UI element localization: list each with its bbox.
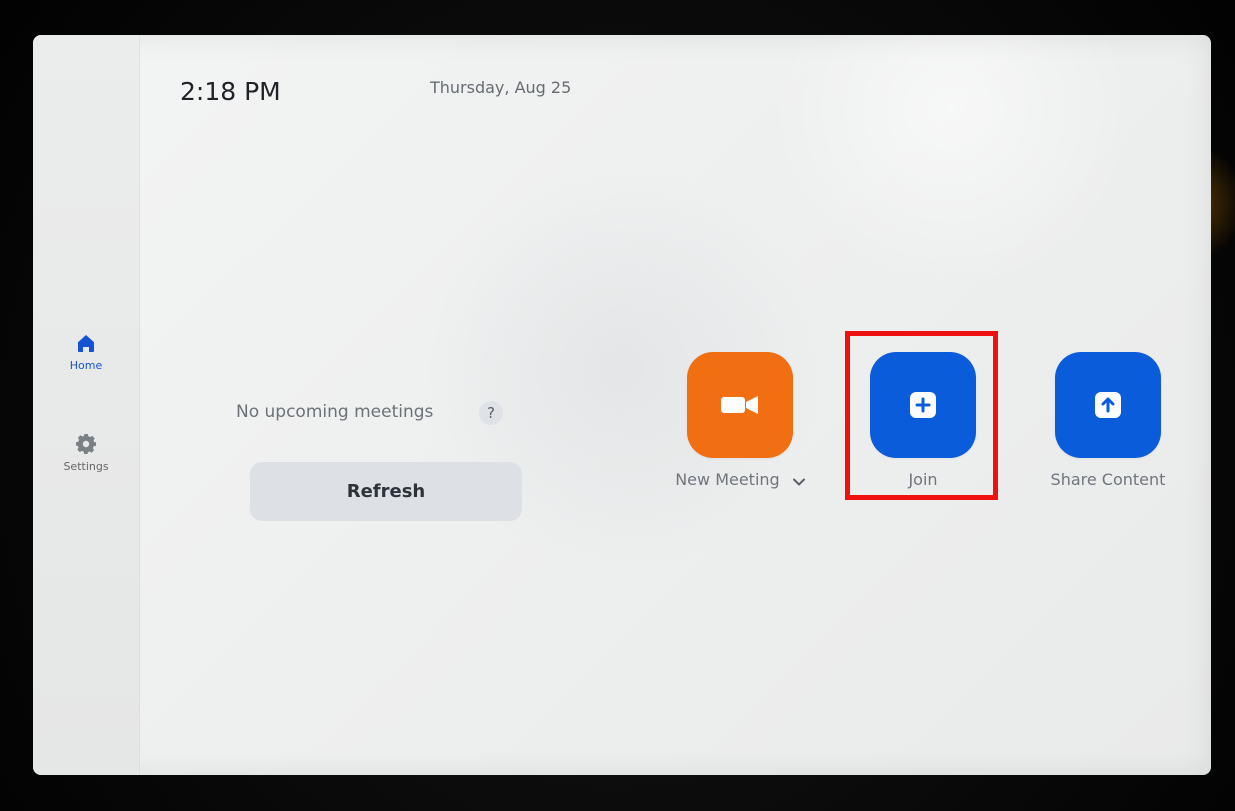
current-date: Thursday, Aug 25 — [430, 78, 572, 97]
new-meeting-tile[interactable] — [687, 352, 793, 458]
sidebar-item-settings[interactable]: Settings — [33, 432, 139, 473]
sidebar-item-home[interactable]: Home — [33, 331, 139, 372]
refresh-button[interactable]: Refresh — [250, 462, 522, 521]
sidebar-item-settings-label: Settings — [63, 460, 109, 473]
meeting-status: No upcoming meetings — [236, 402, 434, 422]
touch-screen: Home Settings 2:18 PM Thursday, Aug 25 N… — [33, 35, 1211, 775]
chevron-down-icon — [792, 471, 805, 490]
new-meeting-text: New Meeting — [675, 470, 780, 489]
new-meeting-label: New Meeting — [670, 470, 810, 490]
join-label: Join — [908, 470, 938, 489]
sidebar: Home Settings — [33, 35, 140, 775]
plus-square-icon — [910, 392, 936, 418]
home-icon — [74, 331, 98, 355]
video-camera-icon — [721, 396, 758, 414]
sidebar-item-home-label: Home — [69, 359, 103, 372]
gear-icon — [74, 432, 98, 456]
join-tile[interactable] — [870, 352, 976, 458]
share-content-button[interactable]: Share Content — [1038, 352, 1178, 489]
help-button[interactable]: ? — [479, 401, 503, 425]
share-content-label: Share Content — [1050, 470, 1166, 489]
new-meeting-button[interactable]: New Meeting — [670, 352, 810, 490]
upload-arrow-icon — [1095, 392, 1121, 418]
join-button[interactable]: Join — [853, 352, 993, 489]
current-time: 2:18 PM — [180, 77, 281, 106]
share-content-tile[interactable] — [1055, 352, 1161, 458]
